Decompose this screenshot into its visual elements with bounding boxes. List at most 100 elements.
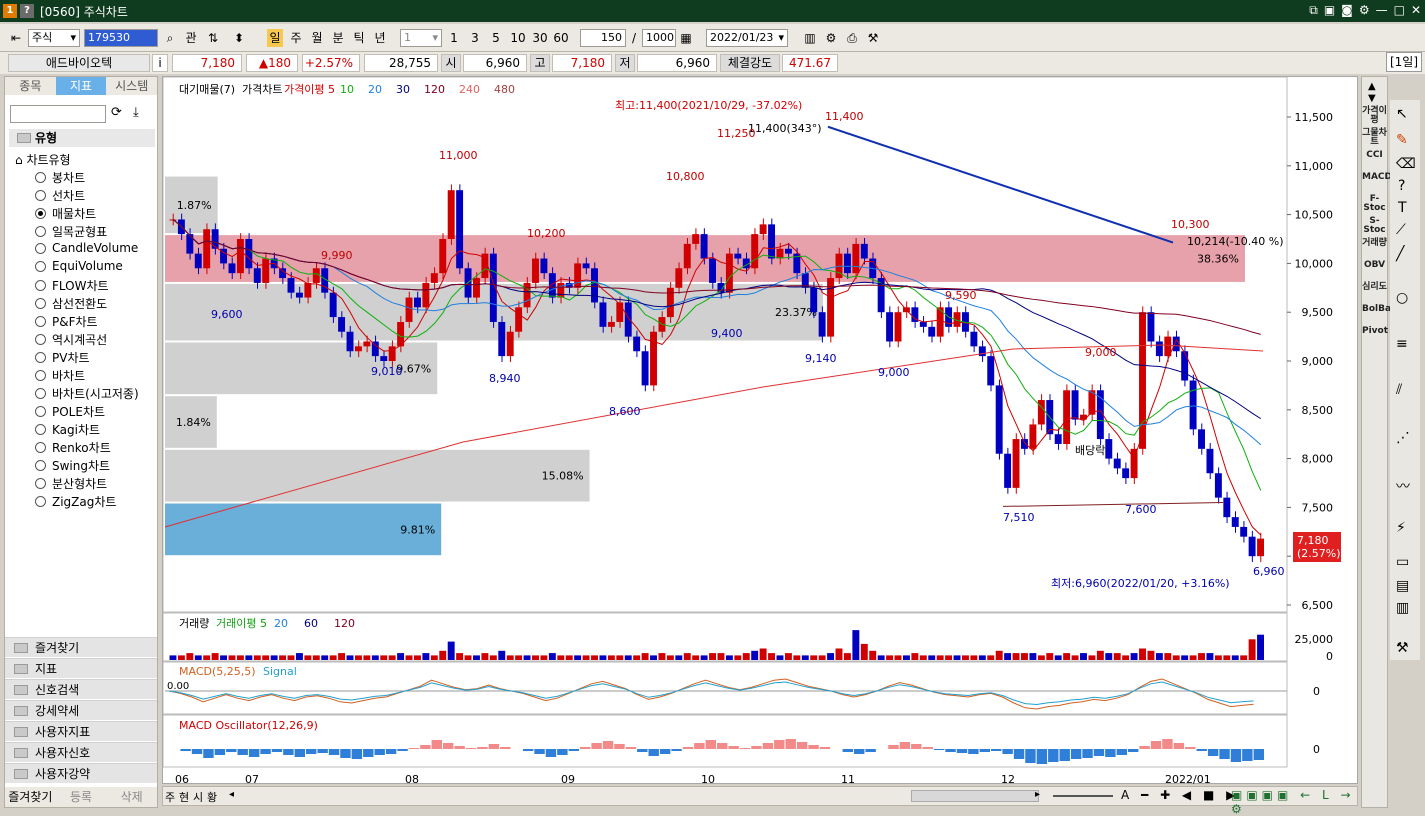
chart-type-item[interactable]: 일목균형표 — [35, 223, 107, 240]
chart-type-item[interactable]: 역시계곡선 — [35, 331, 107, 348]
folder-item[interactable]: 사용자신호 — [5, 742, 157, 762]
chart-type-item[interactable]: ZigZag차트 — [35, 493, 116, 510]
window-icon[interactable]: ▭ — [1396, 554, 1409, 570]
stock-chart[interactable]: 38.36%23.37%9.67%1.84%15.08%9.81%1.87%11… — [162, 76, 1359, 786]
scroll-down-icon[interactable]: ▼ — [1368, 93, 1376, 104]
num-5[interactable]: 5 — [488, 29, 504, 47]
indicator-shortcut[interactable]: 그물차트 — [1362, 129, 1387, 147]
zoom-slider[interactable] — [1053, 795, 1113, 797]
chart-type-item[interactable]: P&F차트 — [35, 313, 98, 330]
pencil-icon[interactable]: ✎ — [1396, 132, 1408, 148]
radio-button[interactable] — [35, 478, 46, 489]
radio-button[interactable] — [35, 172, 46, 183]
tab-register[interactable]: 등록 — [56, 787, 107, 807]
count-select[interactable]: 1 ▾ — [400, 29, 442, 47]
num-30[interactable]: 30 — [530, 29, 550, 47]
fibonacci-icon[interactable]: ⫽ — [1396, 382, 1402, 398]
chart-type-item[interactable]: Kagi차트 — [35, 421, 100, 438]
num-10[interactable]: 10 — [508, 29, 528, 47]
diagonal-line-icon[interactable]: ╱ — [1396, 246, 1404, 262]
period-week[interactable]: 주 — [288, 29, 304, 47]
erase-icon[interactable]: ⌫ — [1396, 156, 1416, 172]
chart-type-item[interactable]: 봉차트 — [35, 169, 85, 186]
cursor-icon[interactable]: ↖ — [1396, 106, 1408, 122]
indicator-shortcut[interactable]: OBV — [1362, 261, 1387, 270]
chart-area[interactable]: 38.36% 23.37% 9.67% 1.84% 15.08% 9.81% 1.87% 11… — [162, 76, 1359, 786]
search-icon[interactable]: ⌕ — [162, 29, 178, 47]
period-year[interactable]: 년 — [372, 29, 388, 47]
period-day[interactable]: 일 — [267, 29, 283, 47]
maximize-icon[interactable]: □ — [1394, 3, 1405, 18]
radio-button[interactable] — [35, 334, 46, 345]
refresh-icon[interactable]: ⟳ — [111, 105, 122, 120]
chart-type-item[interactable]: 매물차트 — [35, 205, 96, 222]
gwan-button[interactable]: 관 — [182, 29, 200, 47]
settings-icon[interactable]: ⚙ — [823, 29, 839, 47]
radio-button[interactable] — [35, 442, 46, 453]
tab-current[interactable]: 현 — [179, 789, 189, 805]
bottom-tools[interactable]: ▣▣▣▣ ← L → ⚙ — [1231, 788, 1357, 816]
bottom-controls[interactable]: A ━ ✚ ◀ ■ ▶ — [1121, 788, 1239, 802]
tab-system[interactable]: 시스템 — [106, 77, 157, 95]
indicator-shortcut[interactable]: F-Stoc — [1362, 195, 1387, 213]
chart-type-item[interactable]: 선차트 — [35, 187, 85, 204]
tools-icon[interactable]: ⚒ — [865, 29, 881, 47]
chart-type-group[interactable]: ⌂ 차트유형 — [15, 151, 71, 168]
folder-item[interactable]: 사용자강약 — [5, 763, 157, 783]
chart-type-item[interactable]: EquiVolume — [35, 259, 123, 273]
radio-button[interactable] — [35, 352, 46, 363]
info-button[interactable]: i — [152, 54, 168, 72]
tab-delete[interactable]: 삭제 — [106, 787, 157, 807]
link-icon[interactable]: ⧉ — [1309, 3, 1318, 18]
radio-button[interactable] — [35, 406, 46, 417]
total-count-input[interactable]: 1000 — [642, 29, 676, 47]
wave-icon[interactable]: 〰 — [1396, 476, 1410, 496]
radio-button[interactable] — [35, 370, 46, 381]
save-icon[interactable]: ▣ — [1324, 3, 1335, 18]
auto-icon[interactable]: ⚡ — [1396, 520, 1406, 536]
radio-button[interactable] — [35, 460, 46, 471]
chart-type-item[interactable]: CandleVolume — [35, 241, 138, 255]
market-select[interactable]: 주식 ▾ — [28, 29, 80, 47]
horizontal-scrollbar[interactable] — [911, 790, 1039, 802]
tab-indicator[interactable]: 지표 — [55, 77, 107, 95]
indicator-shortcut[interactable]: CCI — [1362, 151, 1387, 160]
gear-icon[interactable]: ⚙ — [1359, 3, 1370, 18]
radio-button[interactable] — [35, 208, 46, 219]
chart-type-item[interactable]: 삼선전환도 — [35, 295, 107, 312]
period-minute[interactable]: 분 — [330, 29, 346, 47]
tab-main[interactable]: 주 — [165, 789, 175, 805]
indicator-shortcut[interactable]: BolBand — [1362, 305, 1404, 314]
indicator-shortcut[interactable]: Pivot — [1362, 327, 1388, 336]
folder-item[interactable]: 신호검색 — [5, 679, 157, 699]
download-icon[interactable]: ⤓ — [133, 105, 139, 120]
grid-icon[interactable]: ▦ — [678, 29, 694, 47]
chart-type-item[interactable]: Renko차트 — [35, 439, 111, 456]
chart-type-item[interactable]: 분산형차트 — [35, 475, 107, 492]
radio-button[interactable] — [35, 260, 46, 272]
line-tool-icon[interactable]: ⟋ — [1396, 222, 1406, 238]
wrench-icon[interactable]: ⚒ — [1396, 640, 1409, 656]
folder-item[interactable]: 지표 — [5, 658, 157, 678]
tab-favorites[interactable]: 즐겨찾기 — [5, 787, 56, 807]
indicator-shortcut[interactable]: 가격이평 — [1362, 107, 1387, 125]
num-3[interactable]: 3 — [467, 29, 483, 47]
radio-button[interactable] — [35, 496, 46, 507]
bar-chart-icon[interactable]: ▥ — [1396, 600, 1409, 616]
tab-time[interactable]: 시 — [193, 789, 203, 805]
radio-button[interactable] — [35, 242, 46, 254]
folder-item[interactable]: 즐겨찾기 — [5, 637, 157, 657]
indicator-shortcut[interactable]: MACD — [1362, 173, 1392, 182]
view-count-input[interactable]: 150 — [580, 29, 626, 47]
tab-market[interactable]: 황 — [207, 789, 217, 805]
radio-button[interactable] — [35, 190, 46, 201]
doc-icon[interactable]: ▤ — [1396, 578, 1409, 594]
radio-button[interactable] — [35, 316, 46, 327]
chart-type-item[interactable]: PV차트 — [35, 349, 90, 366]
question-icon[interactable]: ? — [1398, 178, 1405, 194]
close-icon[interactable]: ✕ — [1411, 3, 1421, 18]
period-month[interactable]: 월 — [309, 29, 325, 47]
radio-button[interactable] — [35, 298, 46, 309]
help-icon[interactable]: ? — [20, 4, 34, 18]
prev-stock-icon[interactable]: ⇤ — [8, 29, 24, 47]
